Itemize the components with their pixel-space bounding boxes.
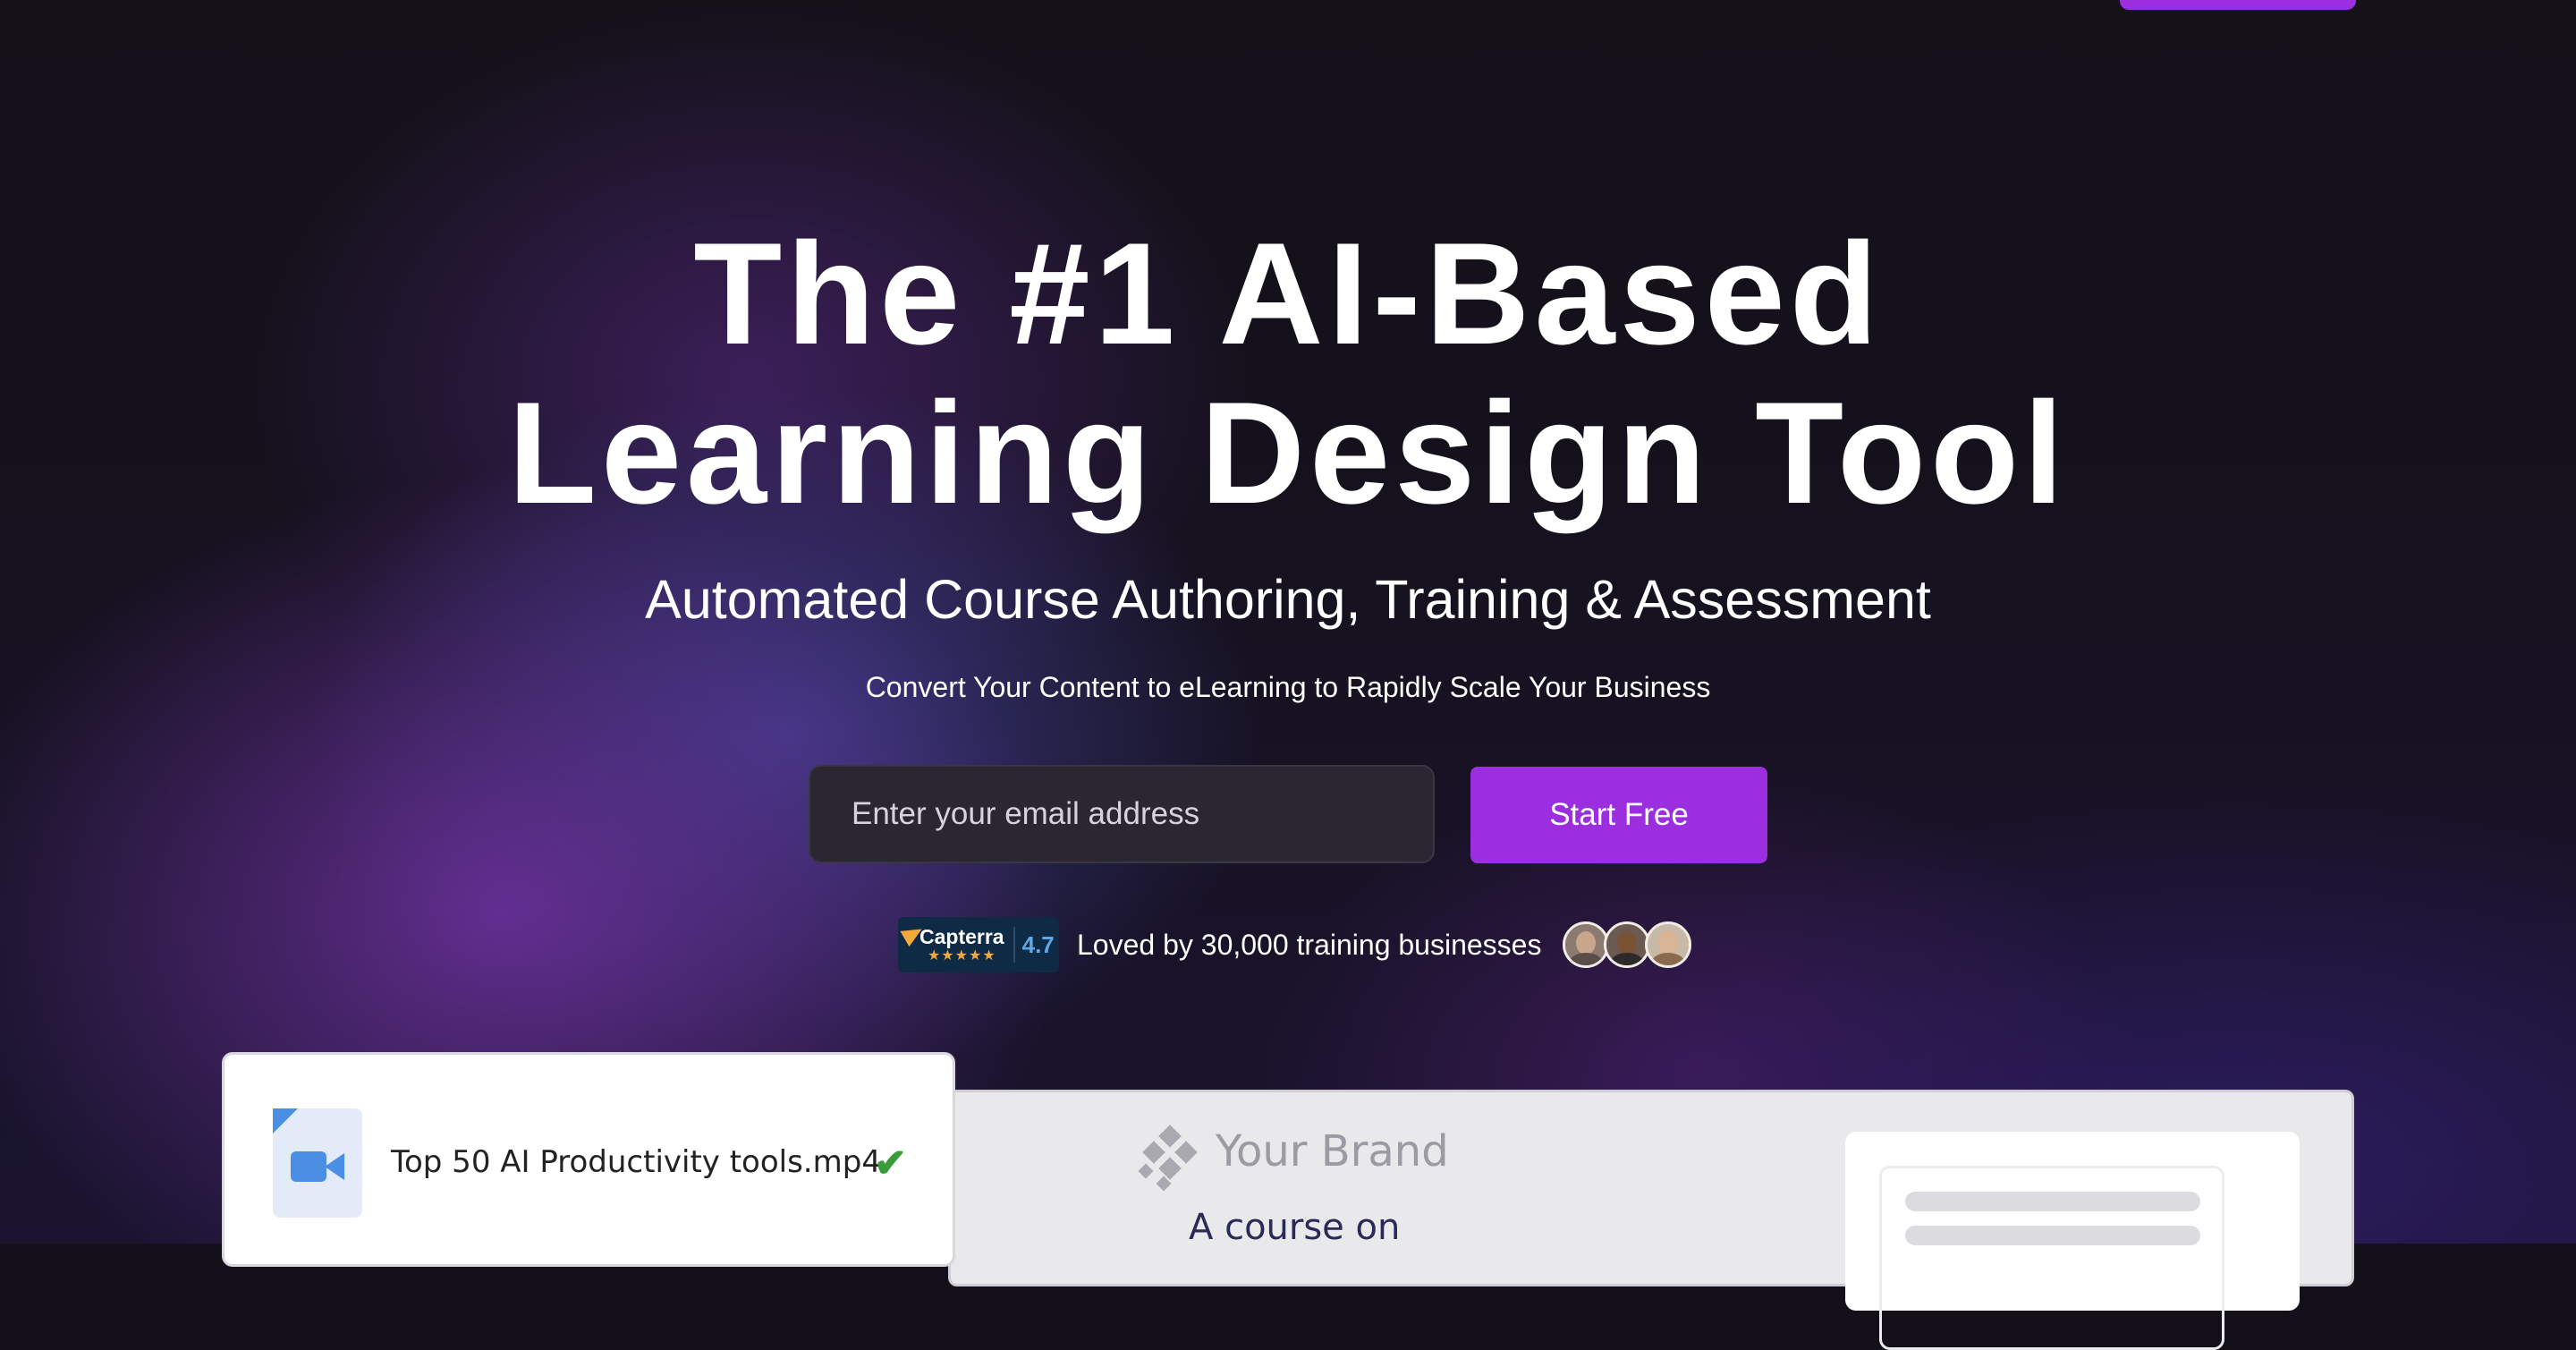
preview-side-card [1845,1132,2300,1350]
headline-line-1: The #1 AI-Based [693,213,1883,375]
avatar-group [1563,921,1692,968]
course-preview-panel: Your Brand A course on [948,1090,2354,1350]
video-file-icon [273,1108,362,1218]
hero-headline: The #1 AI-Based Learning Design Tool [0,215,2576,533]
social-proof: Capterra ★★★★★ 4.7 Loved by 30,000 train… [898,916,1692,973]
start-free-button[interactable]: Start Free [1470,767,1767,863]
file-name: Top 50 AI Productivity tools.mp4 [391,1144,881,1180]
placeholder-bar [1905,1192,2200,1211]
header-cta-button[interactable] [2120,0,2356,10]
avatar [1563,921,1610,968]
hero-tagline: Convert Your Content to eLearning to Rap… [865,671,1711,703]
loved-by-text: Loved by 30,000 training businesses [1077,928,1542,961]
checkmark-icon: ✔ [874,1142,907,1185]
email-input[interactable] [809,765,1435,863]
avatar [1604,921,1651,968]
hero-subheadline: Automated Course Authoring, Training & A… [645,569,1931,630]
avatar [1645,921,1692,968]
capterra-rating: 4.7 [1013,927,1055,963]
capterra-name: Capterra [919,925,1004,948]
preview-placeholder-box [1879,1166,2224,1350]
capterra-stars: ★★★★★ [927,948,996,964]
headline-line-2: Learning Design Tool [507,372,2069,534]
capterra-badge[interactable]: Capterra ★★★★★ 4.7 [898,917,1059,972]
brand-logo-icon [1137,1125,1203,1193]
uploaded-file-card: Top 50 AI Productivity tools.mp4 ✔ [222,1052,955,1267]
brand-name: Your Brand [1216,1126,1449,1176]
placeholder-bar [1905,1226,2200,1245]
course-title: A course on [1189,1207,1401,1248]
